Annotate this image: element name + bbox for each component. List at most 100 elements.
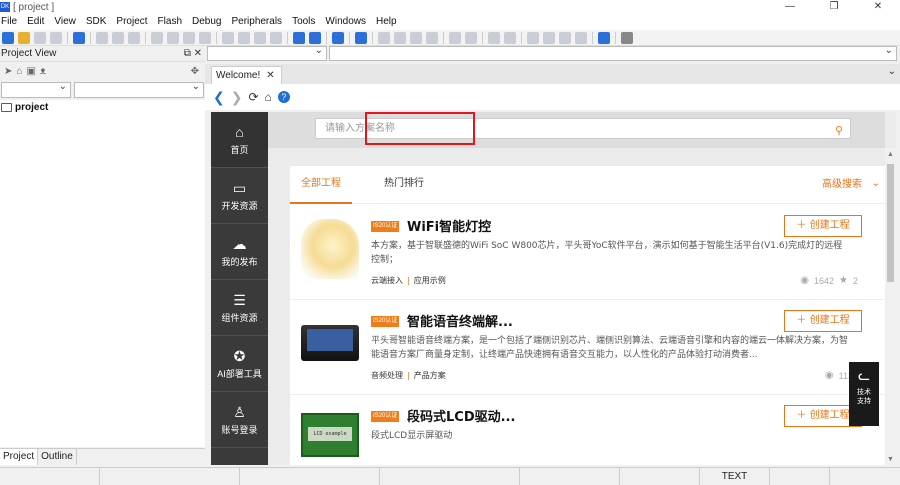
locate-icon[interactable]: ➤ xyxy=(4,66,12,77)
solution-tag[interactable]: 音频处理 xyxy=(371,371,403,380)
tab-project[interactable]: Project xyxy=(0,449,39,465)
tab-all-projects[interactable]: 全部工程 xyxy=(290,166,352,204)
open-folder-icon[interactable] xyxy=(18,31,30,44)
cut-icon[interactable] xyxy=(96,31,108,44)
symbol-select[interactable] xyxy=(329,45,897,61)
menu-tools[interactable]: Tools xyxy=(287,14,320,30)
sidenav-item-login[interactable]: ♙ 账号登录 xyxy=(211,392,268,448)
menu-project[interactable]: Project xyxy=(111,14,152,30)
create-project-label: 创建工程 xyxy=(809,315,850,326)
flash-icon[interactable] xyxy=(449,31,461,44)
sidenav-item-components[interactable]: ☰ 组件资源 xyxy=(211,280,268,336)
headset-icon[interactable] xyxy=(598,31,610,44)
menu-windows[interactable]: Windows xyxy=(320,14,371,30)
edit-icon[interactable] xyxy=(355,31,367,44)
status-mode: TEXT xyxy=(700,468,770,485)
save-all-icon[interactable] xyxy=(50,31,62,44)
sidenav-item-home[interactable]: ⌂ 首页 xyxy=(211,112,268,168)
undo-icon[interactable] xyxy=(151,31,163,44)
scope-select[interactable] xyxy=(207,45,327,61)
back-arrow-icon[interactable]: ❮ xyxy=(213,90,225,104)
create-project-button[interactable]: ＋ 创建工程 xyxy=(784,215,862,237)
tree-icon[interactable]: ▣ xyxy=(26,66,35,77)
status-cell xyxy=(770,468,830,485)
bookmark-icon[interactable] xyxy=(222,31,234,44)
link-icon[interactable] xyxy=(559,31,571,44)
find-in-files-icon[interactable] xyxy=(309,31,321,44)
scroll-down-icon[interactable]: ▼ xyxy=(887,456,894,463)
tab-hot-ranking[interactable]: 热门排行 xyxy=(384,166,424,204)
stop-build-icon[interactable] xyxy=(426,31,438,44)
menu-help[interactable]: Help xyxy=(371,14,402,30)
restore-icon[interactable]: ❐ xyxy=(812,0,856,14)
new-file-icon[interactable] xyxy=(2,31,14,44)
tab-welcome[interactable]: Welcome! ✕ xyxy=(211,66,282,84)
build-icon[interactable] xyxy=(378,31,390,44)
chevron-down-icon[interactable]: ⌄ xyxy=(888,66,896,77)
solution-tag[interactable]: 产品方案 xyxy=(414,371,446,380)
float-panel-icon[interactable]: ⧉ xyxy=(184,48,191,59)
solution-title[interactable]: 段码式LCD驱动... xyxy=(407,406,515,425)
debug-start-icon[interactable] xyxy=(527,31,539,44)
zoom-in-icon[interactable] xyxy=(488,31,500,44)
web-scrollbar[interactable]: ▲ ▼ xyxy=(885,148,896,465)
menu-sdk[interactable]: SDK xyxy=(81,14,112,30)
replace-icon[interactable] xyxy=(332,31,344,44)
close-file-icon[interactable] xyxy=(73,31,85,44)
solution-title[interactable]: 智能语音终端解... xyxy=(407,311,513,330)
close-panel-icon[interactable]: ✕ xyxy=(194,48,202,59)
redo-icon[interactable] xyxy=(167,31,179,44)
bookmark-next-icon[interactable] xyxy=(254,31,266,44)
create-project-button[interactable]: ＋ 创建工程 xyxy=(784,310,862,332)
scroll-thumb[interactable] xyxy=(887,164,894,282)
download-icon[interactable] xyxy=(410,31,422,44)
settings-icon[interactable] xyxy=(575,31,587,44)
tree-item-project[interactable]: project xyxy=(0,100,205,114)
mascot-icon[interactable] xyxy=(621,31,633,44)
menu-flash[interactable]: Flash xyxy=(153,14,187,30)
sidenav-item-ai-tool[interactable]: ✪ AI部署工具 xyxy=(211,336,268,392)
refresh-icon[interactable]: ⟳ xyxy=(248,90,258,104)
sidenav-item-dev-resources[interactable]: ▭ 开发资源 xyxy=(211,168,268,224)
minimize-icon[interactable]: — xyxy=(768,0,812,14)
panel-buttons: ⧉ ✕ xyxy=(184,48,202,59)
paste-icon[interactable] xyxy=(128,31,140,44)
menu-file[interactable]: File xyxy=(0,14,22,30)
solution-title[interactable]: WiFi智能灯控 xyxy=(407,216,491,235)
close-icon[interactable]: ✕ xyxy=(856,0,900,14)
toolbar-divider xyxy=(287,31,288,44)
menu-edit[interactable]: Edit xyxy=(22,14,49,30)
bookmark-clear-icon[interactable] xyxy=(270,31,282,44)
back-icon[interactable] xyxy=(183,31,195,44)
forward-icon[interactable] xyxy=(199,31,211,44)
tech-support-widget[interactable]: ᓚ 技术 支持 xyxy=(849,362,879,426)
mascot-icon[interactable]: ᴥ xyxy=(40,66,46,77)
chevron-down-icon[interactable]: ⌄ xyxy=(872,178,880,189)
close-tab-icon[interactable]: ✕ xyxy=(266,70,274,81)
zoom-out-icon[interactable] xyxy=(504,31,516,44)
help-icon[interactable]: ? xyxy=(277,91,290,103)
project-select[interactable] xyxy=(1,81,71,98)
home-icon[interactable]: ⌂ xyxy=(265,90,272,104)
search-icon[interactable]: ⚲ xyxy=(835,121,843,140)
solution-tag[interactable]: 应用示例 xyxy=(414,276,446,285)
advanced-search-link[interactable]: 高级搜索 xyxy=(822,166,862,204)
refresh-tree-icon[interactable]: ✥ xyxy=(191,66,199,77)
home-icon[interactable]: ⌂ xyxy=(16,66,22,77)
menu-peripherals[interactable]: Peripherals xyxy=(226,14,287,30)
save-icon[interactable] xyxy=(34,31,46,44)
scroll-up-icon[interactable]: ▲ xyxy=(887,151,894,158)
solution-tag[interactable]: 云端接入 xyxy=(371,276,403,285)
sidenav-item-my-publish[interactable]: ☁ 我的发布 xyxy=(211,224,268,280)
bookmark-prev-icon[interactable] xyxy=(238,31,250,44)
erase-icon[interactable] xyxy=(465,31,477,44)
menu-view[interactable]: View xyxy=(49,14,81,30)
copy-icon[interactable] xyxy=(112,31,124,44)
menu-debug[interactable]: Debug xyxy=(187,14,226,30)
debug-stop-icon[interactable] xyxy=(543,31,555,44)
forward-arrow-icon[interactable]: ❯ xyxy=(231,90,243,104)
config-select[interactable] xyxy=(74,81,204,98)
find-icon[interactable] xyxy=(293,31,305,44)
tab-outline[interactable]: Outline xyxy=(38,449,77,465)
rebuild-icon[interactable] xyxy=(394,31,406,44)
